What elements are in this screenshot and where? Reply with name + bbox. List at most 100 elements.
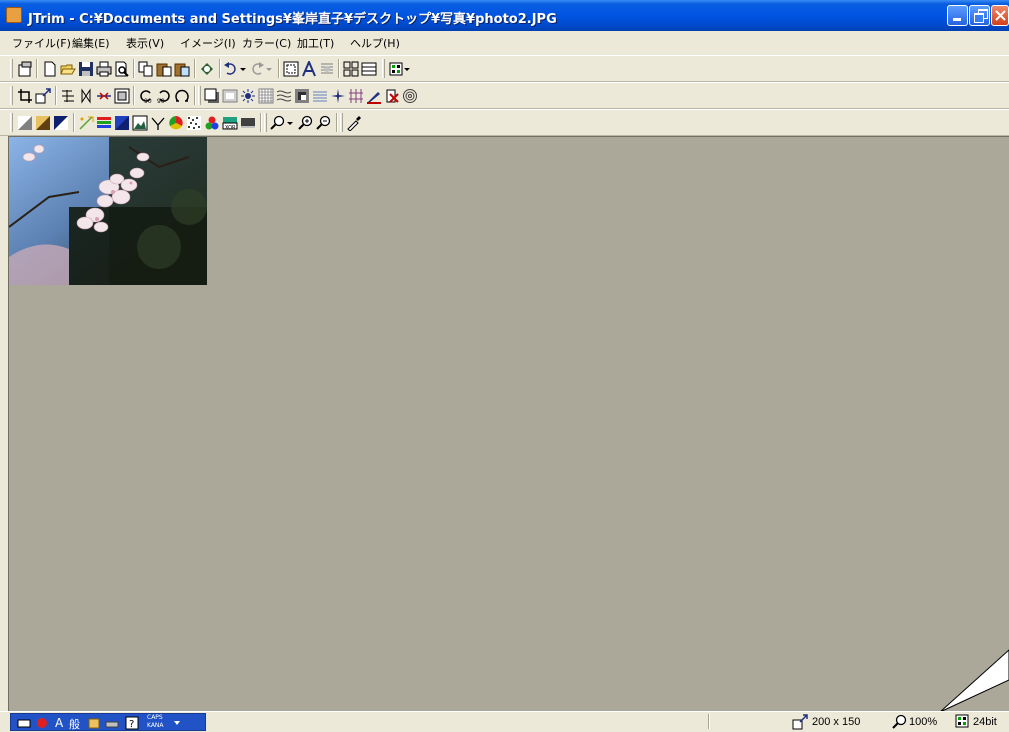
- restore-button[interactable]: [969, 5, 990, 26]
- rgb-icon[interactable]: [204, 115, 220, 131]
- sparkle-icon[interactable]: [78, 115, 94, 131]
- eyedropper-icon[interactable]: [346, 115, 362, 131]
- capture-icon[interactable]: [199, 61, 215, 77]
- zoom-out-icon[interactable]: [316, 115, 332, 131]
- status-bar: A 般 ? CAPS KANA 200 x 150 100% 24bit: [0, 711, 1009, 731]
- menu-file[interactable]: ファイル(F): [12, 35, 71, 51]
- zoom-in-icon[interactable]: [298, 115, 314, 131]
- contrast-icon[interactable]: [240, 115, 256, 131]
- close-icon: [995, 10, 1006, 21]
- svg-text:XOR: XOR: [225, 125, 236, 131]
- rotate-right-icon[interactable]: 90: [156, 88, 172, 104]
- photo-image[interactable]: [9, 137, 207, 285]
- dictionary-icon[interactable]: [87, 716, 101, 730]
- toolbar-color: XOR: [0, 109, 1009, 136]
- menu-view[interactable]: 表示(V): [126, 35, 164, 51]
- grayscale-icon[interactable]: [17, 115, 33, 131]
- toolbar-grip[interactable]: [10, 59, 13, 78]
- copy-icon[interactable]: [138, 61, 154, 77]
- paste-icon[interactable]: [156, 61, 172, 77]
- zoom-level-icon: [892, 714, 907, 729]
- undo-dropdown-icon[interactable]: [239, 61, 247, 77]
- pen-icon[interactable]: [366, 88, 382, 104]
- ime-pad-icon[interactable]: [35, 716, 49, 730]
- zoom-level-text: 100%: [909, 716, 938, 728]
- minimize-icon: [953, 18, 961, 21]
- conversion-mode-indicator[interactable]: 般: [69, 716, 80, 732]
- menu-bar: ファイル(F) 編集(E) 表示(V) イメージ(I) カラー(C) 加工(T)…: [0, 31, 1009, 51]
- help-icon[interactable]: ?: [125, 716, 139, 730]
- noise-icon[interactable]: [186, 115, 202, 131]
- fit-window-icon[interactable]: [283, 61, 299, 77]
- resize-icon[interactable]: [35, 88, 51, 104]
- toolbar-standard: [0, 55, 1009, 82]
- redo-icon[interactable]: [249, 61, 265, 77]
- open-icon[interactable]: [60, 61, 76, 77]
- menu-help[interactable]: ヘルプ(H): [350, 35, 400, 51]
- image-canvas[interactable]: [8, 136, 1009, 711]
- ime-options-icon[interactable]: [173, 717, 181, 729]
- blur-icon[interactable]: [294, 88, 310, 104]
- menu-image[interactable]: イメージ(I): [180, 35, 236, 51]
- close-button[interactable]: [991, 5, 1009, 26]
- wave-icon[interactable]: [276, 88, 292, 104]
- stripes-icon[interactable]: [312, 88, 328, 104]
- weave-icon[interactable]: [348, 88, 364, 104]
- crop-icon[interactable]: [17, 88, 33, 104]
- palette-dropdown-icon[interactable]: [403, 61, 411, 77]
- paste-new-icon[interactable]: [17, 61, 33, 77]
- thumbnail-icon[interactable]: [361, 61, 377, 77]
- svg-text:90: 90: [144, 98, 152, 104]
- sharpen-icon[interactable]: [330, 88, 346, 104]
- menu-color[interactable]: カラー(C): [242, 35, 291, 51]
- zoom-dropdown-icon[interactable]: [286, 115, 294, 131]
- rotate-left-icon[interactable]: 90: [138, 88, 154, 104]
- redo-dropdown-icon[interactable]: [265, 61, 273, 77]
- color-balance-icon[interactable]: [114, 115, 130, 131]
- menu-process[interactable]: 加工(T): [297, 35, 334, 51]
- paste-special-icon[interactable]: [174, 61, 190, 77]
- shadow-icon[interactable]: [204, 88, 220, 104]
- align-icon[interactable]: [319, 61, 335, 77]
- zoom-icon[interactable]: [270, 115, 286, 131]
- image-size-icon: [792, 714, 808, 730]
- trim-center-icon[interactable]: [96, 88, 112, 104]
- hue-icon[interactable]: [168, 115, 184, 131]
- print-preview-icon[interactable]: [114, 61, 130, 77]
- caps-indicator: CAPS: [147, 714, 163, 721]
- color-depth-text: 24bit: [973, 716, 997, 728]
- svg-text:?: ?: [129, 719, 134, 730]
- toolbar-transform: 90 90: [0, 82, 1009, 109]
- color-bars-icon[interactable]: [96, 115, 112, 131]
- text-icon[interactable]: [301, 61, 317, 77]
- tools-icon[interactable]: [105, 716, 119, 730]
- keyboard-icon[interactable]: [17, 717, 31, 729]
- kana-indicator: KANA: [147, 722, 164, 729]
- flip-horizontal-icon[interactable]: [78, 88, 94, 104]
- window-title: JTrim - C:¥Documents and Settings¥峯岸直子¥デ…: [28, 12, 557, 27]
- eraser-icon[interactable]: [384, 88, 400, 104]
- grid-icon[interactable]: [343, 61, 359, 77]
- minimize-button[interactable]: [947, 5, 968, 26]
- save-icon[interactable]: [78, 61, 94, 77]
- ime-toolbar[interactable]: A 般 ? CAPS KANA: [10, 713, 206, 731]
- new-icon[interactable]: [42, 61, 58, 77]
- input-mode-indicator[interactable]: A: [55, 716, 63, 730]
- sepia-icon[interactable]: [35, 115, 51, 131]
- image-icon[interactable]: [132, 115, 148, 131]
- rotate-free-icon[interactable]: [174, 88, 190, 104]
- image-size-text: 200 x 150: [812, 716, 861, 728]
- negative-icon[interactable]: [53, 115, 69, 131]
- undo-icon[interactable]: [223, 61, 239, 77]
- brightness-icon[interactable]: [240, 88, 256, 104]
- app-icon[interactable]: [6, 7, 22, 23]
- xor-icon[interactable]: XOR: [222, 115, 238, 131]
- mosaic-icon[interactable]: [258, 88, 274, 104]
- print-icon[interactable]: [96, 61, 112, 77]
- gamma-icon[interactable]: [150, 115, 166, 131]
- swirl-icon[interactable]: [402, 88, 418, 104]
- flip-vertical-icon[interactable]: [60, 88, 76, 104]
- frame-icon[interactable]: [114, 88, 130, 104]
- border-icon[interactable]: [222, 88, 238, 104]
- menu-edit[interactable]: 編集(E): [72, 35, 110, 51]
